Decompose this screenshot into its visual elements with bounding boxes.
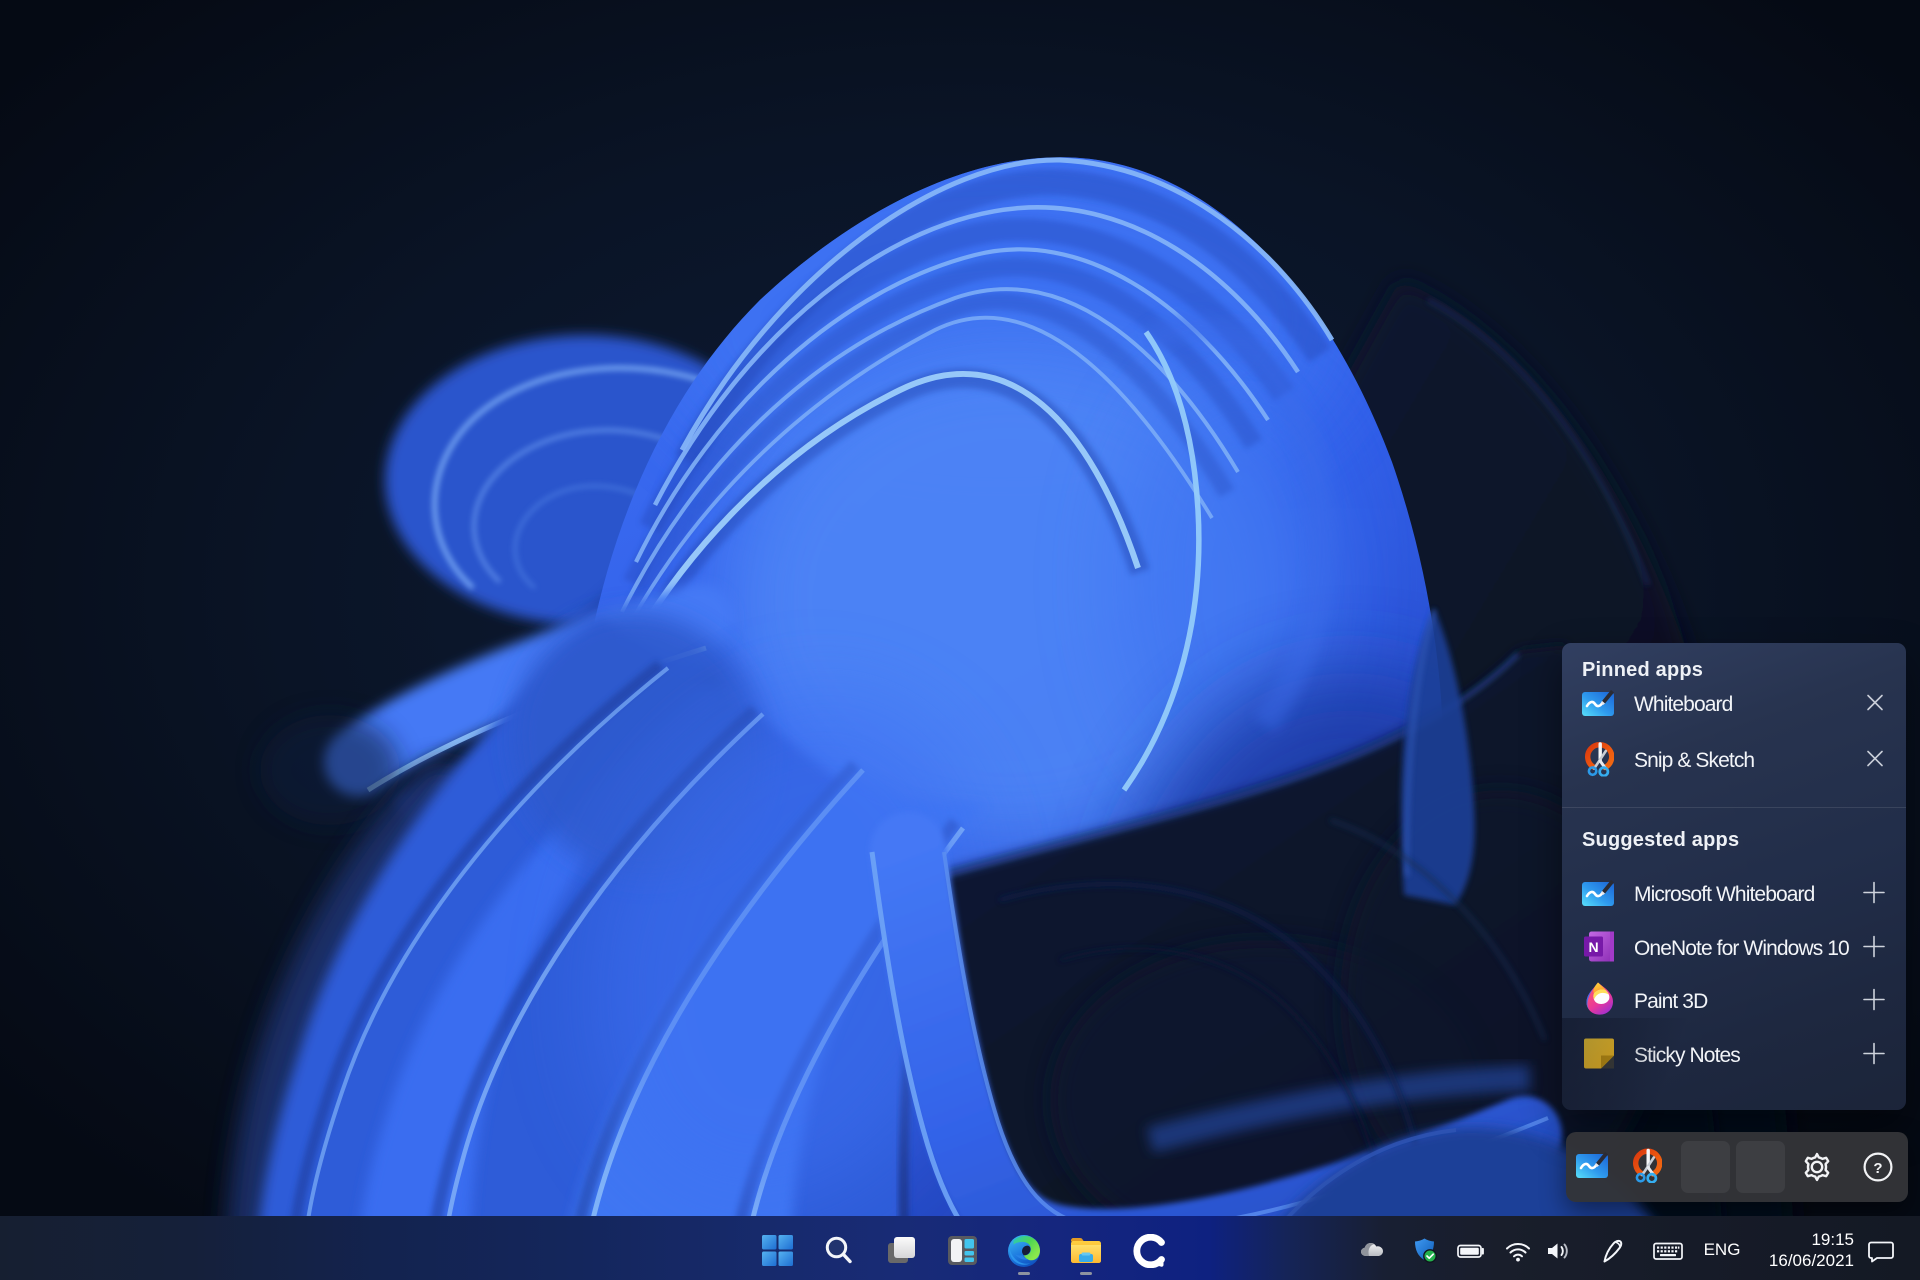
svg-text:?: ? [1873, 1160, 1882, 1177]
svg-text:N: N [1588, 939, 1598, 955]
